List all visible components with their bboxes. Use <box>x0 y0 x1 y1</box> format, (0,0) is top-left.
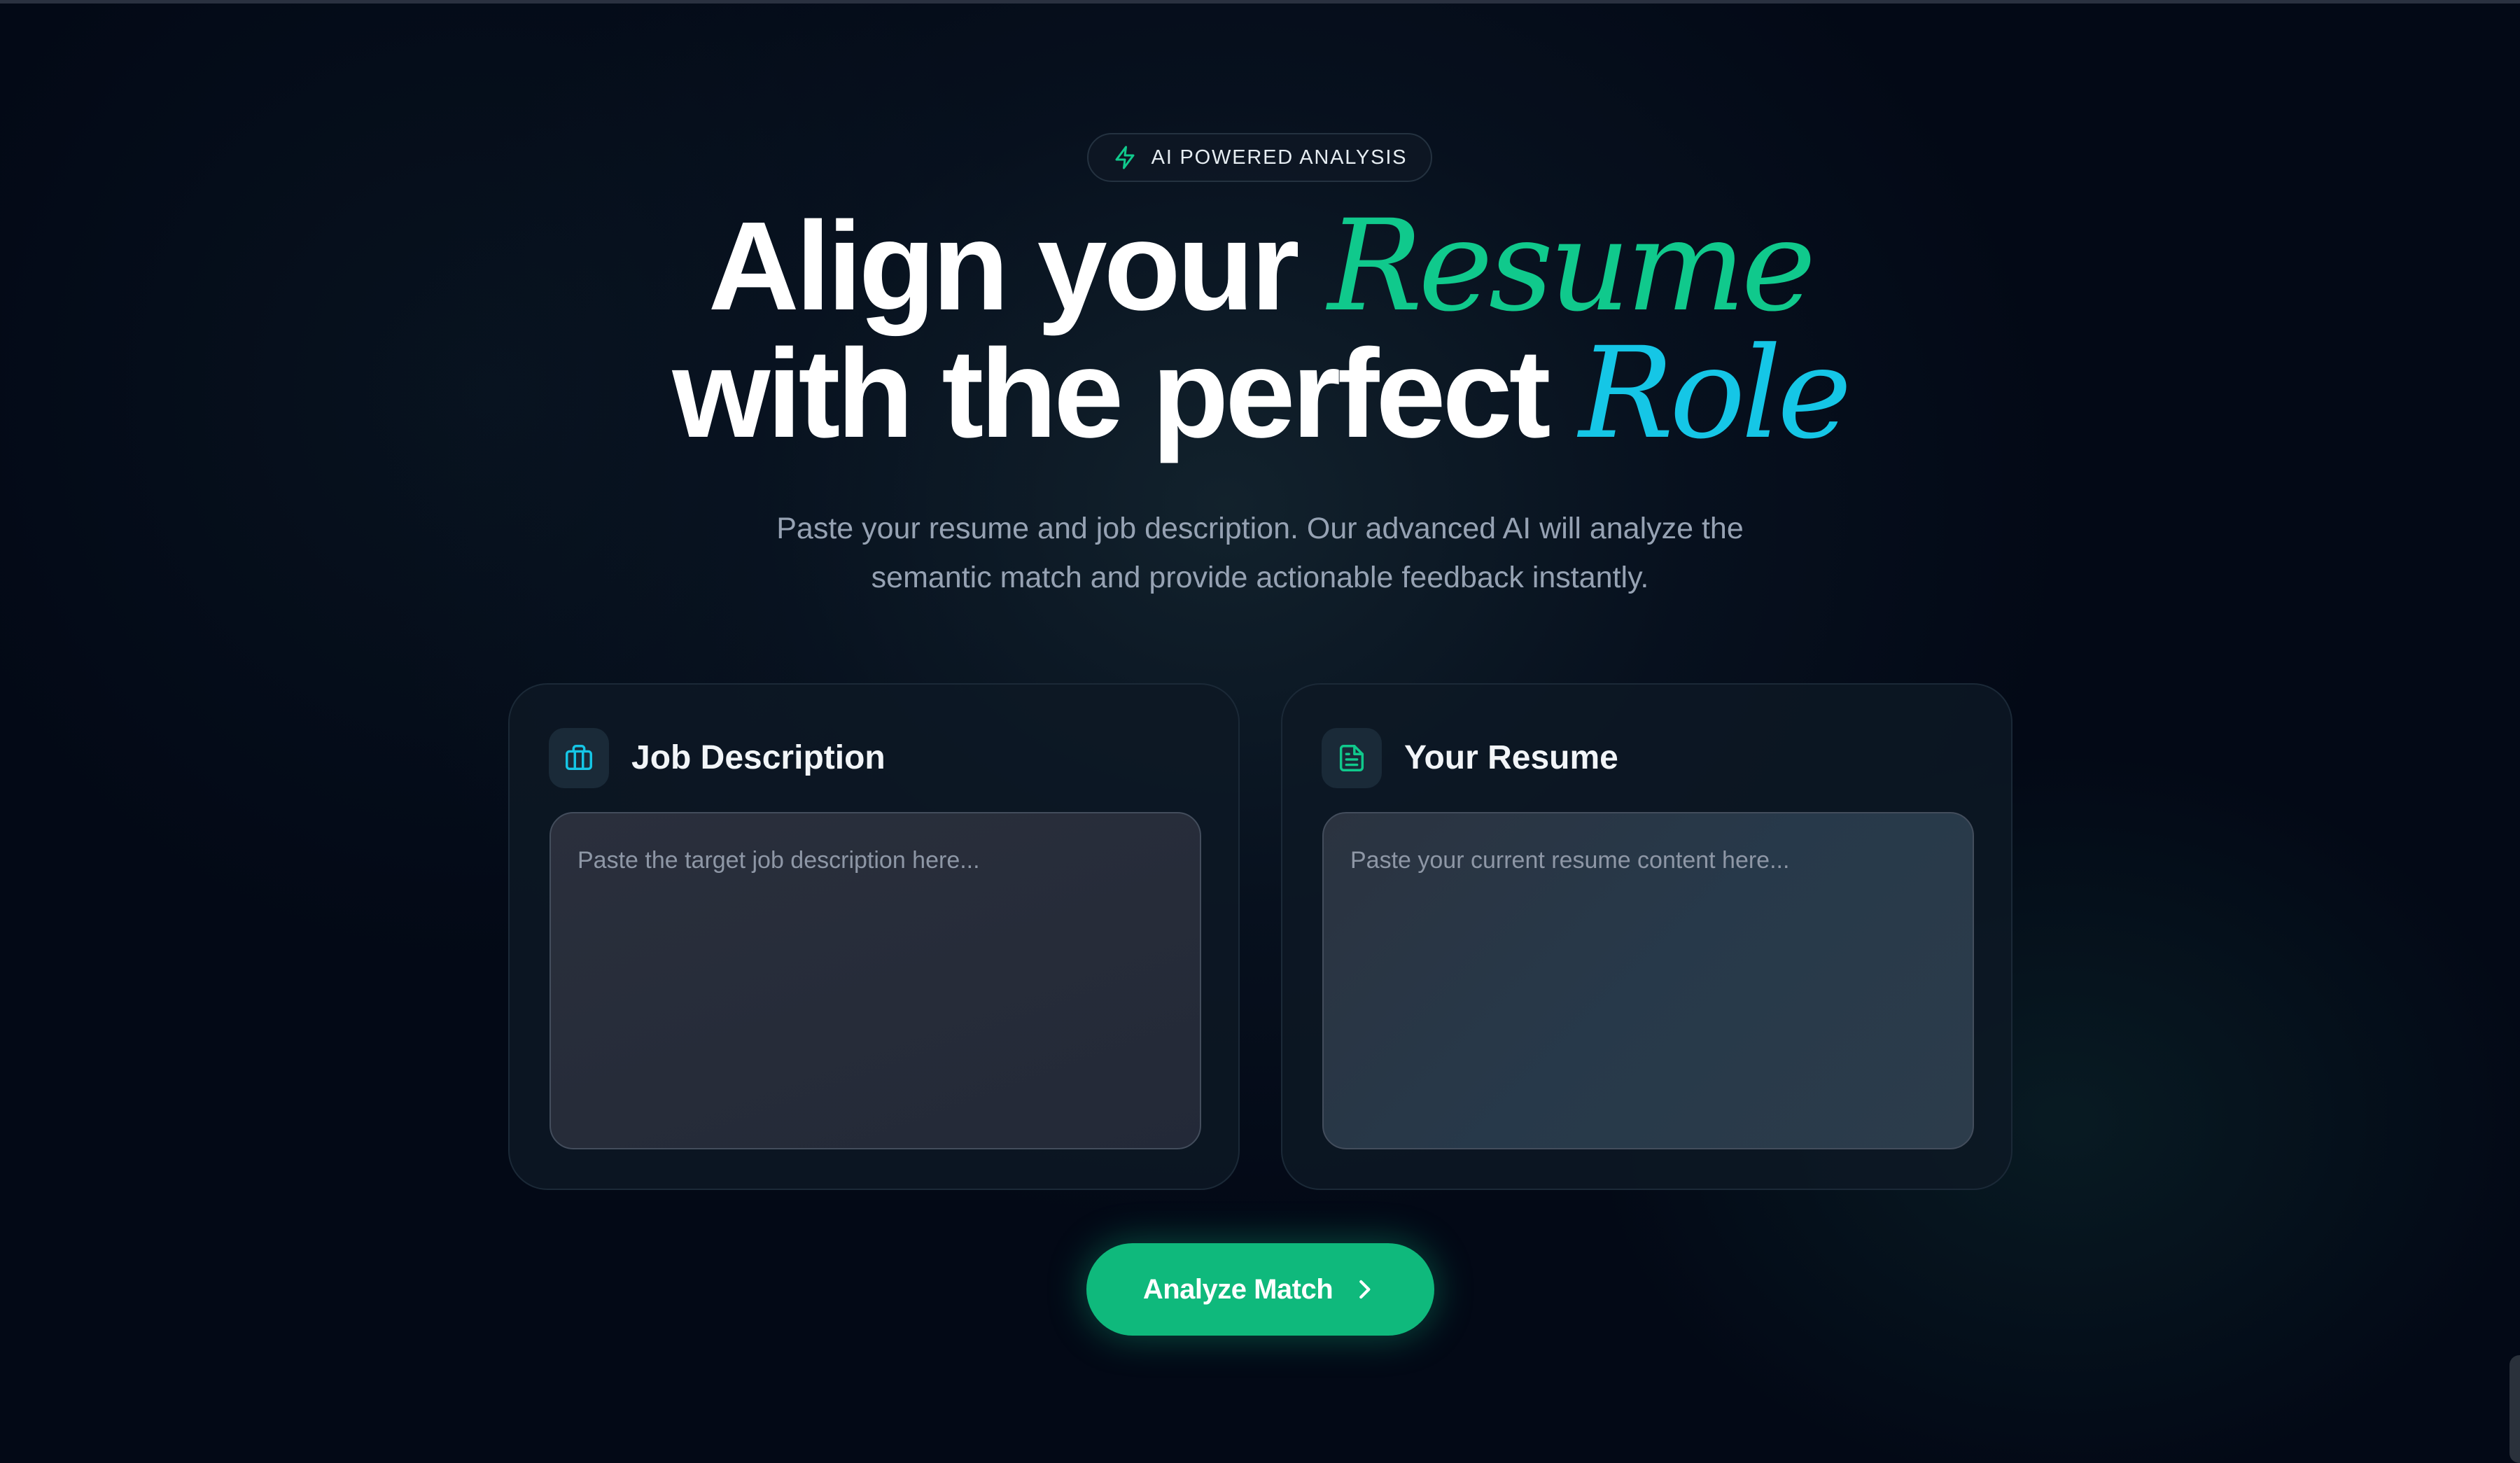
hero-accent-resume: Resume <box>1327 193 1816 340</box>
resume-icon-box <box>1322 728 1382 788</box>
analyze-match-button[interactable]: Analyze Match <box>1086 1243 1434 1336</box>
briefcase-icon <box>566 745 592 771</box>
job-description-input[interactable] <box>550 812 1201 1149</box>
window-top-border <box>0 0 2520 4</box>
resume-title: Your Resume <box>1404 739 1618 776</box>
hero-line-1: Align your Resume <box>708 193 1816 340</box>
hero-subtitle: Paste your resume and job description. O… <box>0 504 2520 602</box>
chevron-right-icon <box>1359 1280 1371 1299</box>
analyze-match-label: Analyze Match <box>1142 1273 1334 1305</box>
hero-accent-role: Role <box>1578 321 1852 467</box>
scrollbar-thumb[interactable] <box>2510 1355 2520 1463</box>
job-description-card: Job Description <box>508 683 1240 1190</box>
ai-powered-badge: AI POWERED ANALYSIS <box>1087 133 1432 182</box>
resume-card: Your Resume <box>1281 683 2012 1190</box>
hero-heading: Align your Resume with the perfect Role <box>0 203 2520 458</box>
subtitle-line-1: Paste your resume and job description. O… <box>776 512 1744 545</box>
subtitle-line-2: semantic match and provide actionable fe… <box>871 561 1649 594</box>
document-icon <box>1339 745 1364 771</box>
page-root: AI POWERED ANALYSIS Align your Resume wi… <box>0 0 2520 1463</box>
lightning-icon <box>1115 146 1135 169</box>
hero-line-1-text: Align your <box>708 196 1300 337</box>
badge-label: AI POWERED ANALYSIS <box>1151 146 1408 169</box>
job-description-icon-box <box>549 728 609 788</box>
job-description-title: Job Description <box>631 739 886 776</box>
resume-input[interactable] <box>1322 812 1974 1149</box>
hero-line-2-text: with the perfect <box>672 323 1550 464</box>
hero-line-2: with the perfect Role <box>672 321 1852 467</box>
